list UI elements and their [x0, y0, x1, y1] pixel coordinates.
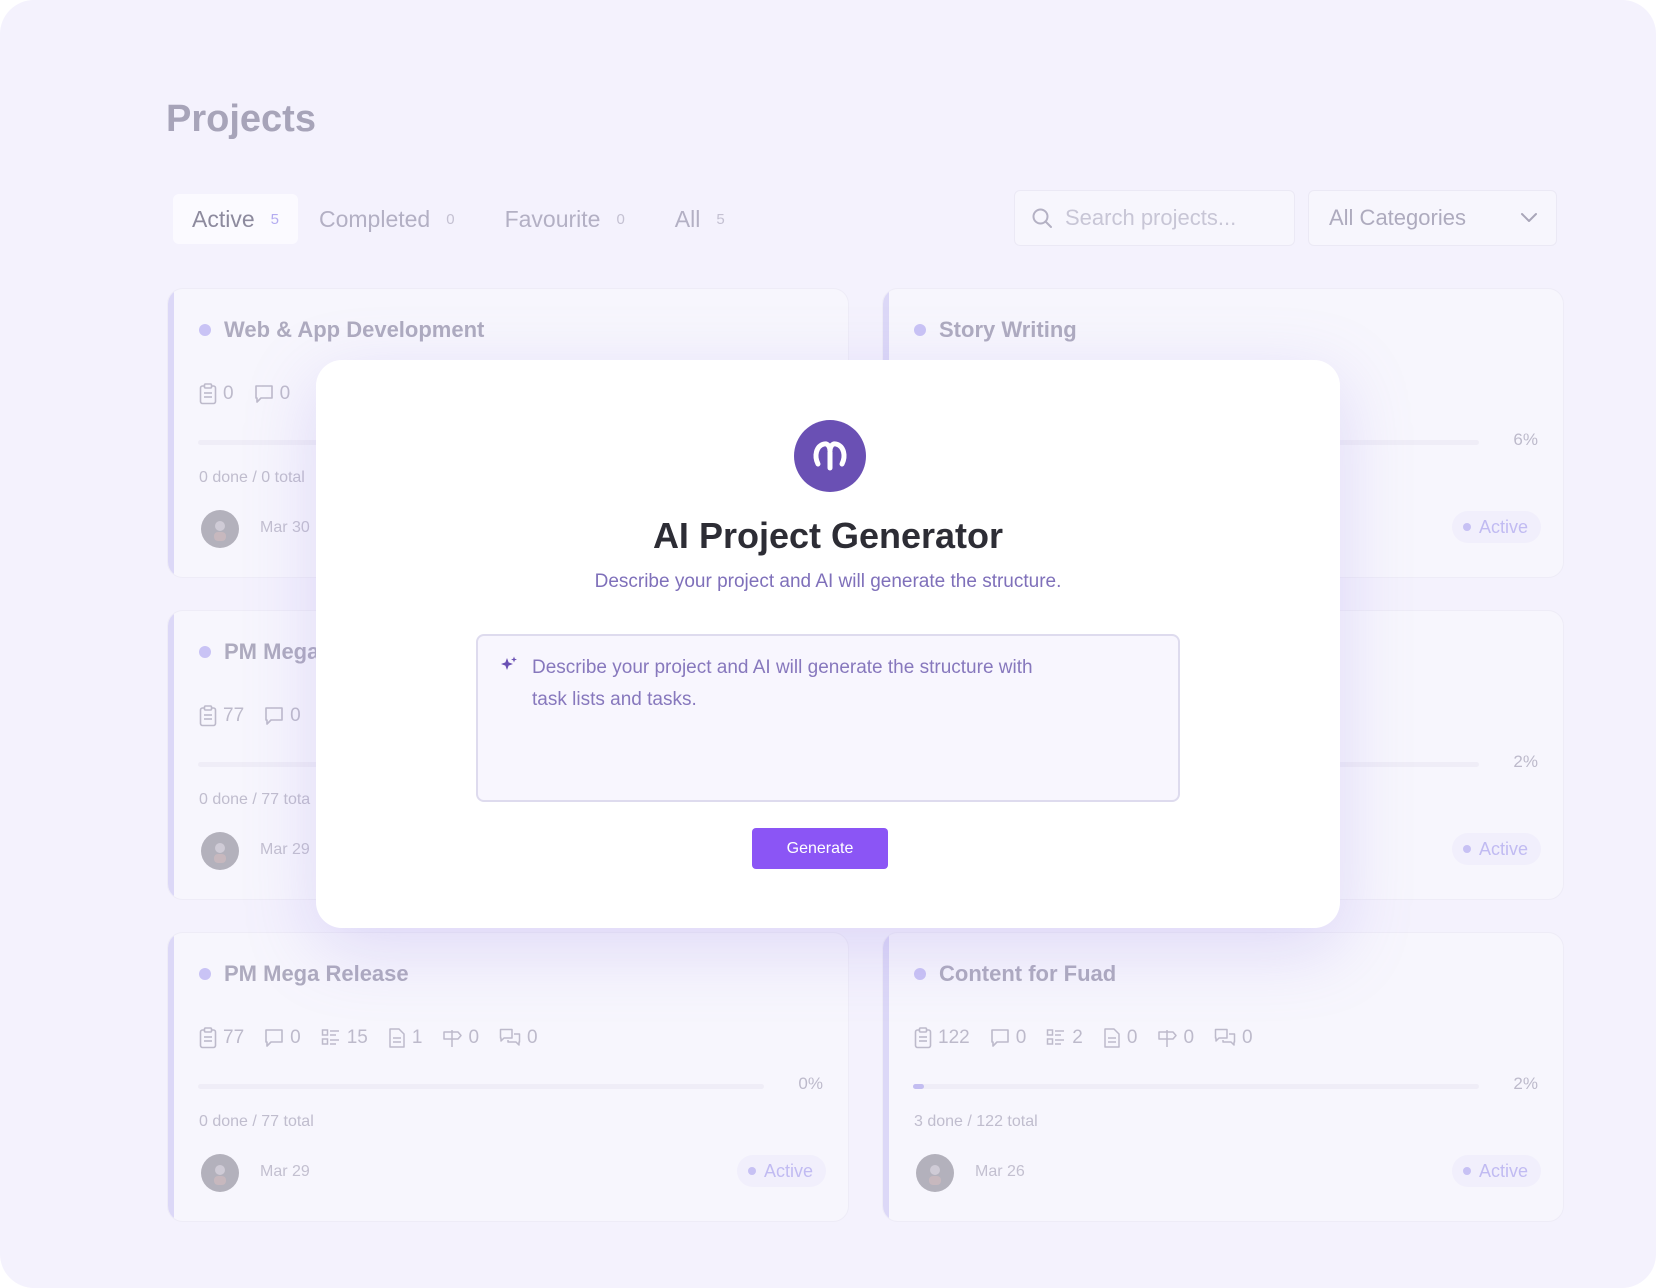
milestones-stat: 0: [442, 1027, 479, 1049]
comments-stat: 0: [264, 1027, 301, 1049]
project-title: PM Mega: [224, 639, 320, 664]
status-badge: Active: [1451, 833, 1541, 865]
project-title: PM Mega Release: [224, 961, 409, 986]
comment-icon: [265, 1029, 283, 1047]
status-badge: Active: [1451, 511, 1541, 543]
project-date: Mar 29: [260, 841, 310, 858]
modal-title: AI Project Generator: [652, 515, 1004, 556]
page-title: Projects: [166, 98, 316, 140]
tasks-stat: 122: [914, 1027, 970, 1049]
done-count: 0 done / 77 total: [199, 1113, 314, 1130]
tab-label: Favourite: [504, 205, 601, 232]
discussion-icon: [1214, 1028, 1236, 1046]
milestones-stat: 0: [1157, 1027, 1194, 1049]
tasks-stat: 77: [199, 705, 244, 727]
status-dot: [199, 324, 211, 336]
comments-stat: 0: [264, 705, 301, 727]
clipboard-icon: [199, 1027, 217, 1049]
done-count: 3 done / 122 total: [914, 1113, 1038, 1130]
tab-all[interactable]: All 5: [656, 194, 744, 244]
project-card[interactable]: Content for Fuad 122 0 2 0 0 0 2% 3 done…: [882, 932, 1564, 1222]
status-badge: Active: [736, 1155, 826, 1187]
status-dot: [199, 646, 211, 658]
app-frame: Projects Active 5 Completed 0 Favourite …: [0, 0, 1656, 1288]
progress-percent: 6%: [1513, 430, 1538, 449]
discussions-stat: 0: [499, 1027, 538, 1049]
project-title: Content for Fuad: [939, 961, 1117, 986]
tab-favourite[interactable]: Favourite 0: [486, 194, 644, 244]
tab-label: Completed: [318, 205, 431, 232]
document-icon: [389, 1028, 405, 1048]
done-count: 0 done / 77 tota: [199, 791, 311, 808]
avatar: [201, 832, 239, 870]
avatar: [916, 1154, 954, 1192]
category-select-value: All Categories: [1329, 205, 1466, 230]
project-date: Mar 26: [975, 1163, 1025, 1180]
status-dot: [914, 968, 926, 980]
comment-icon: [990, 1029, 1009, 1047]
done-count: 0 done / 0 total: [199, 469, 305, 486]
avatar: [201, 1154, 239, 1192]
project-date: Mar 29: [260, 1163, 310, 1180]
search-input[interactable]: [1065, 205, 1285, 231]
progress-percent: 0%: [798, 1074, 823, 1093]
sparkle-icon: [501, 656, 517, 670]
status-dot: [199, 968, 211, 980]
list-icon: [321, 1029, 339, 1045]
category-select[interactable]: All Categories: [1308, 190, 1557, 246]
tab-active[interactable]: Active 5: [173, 194, 298, 244]
avatar: [201, 510, 239, 548]
progress-percent: 2%: [1513, 1074, 1538, 1093]
brand-logo: [794, 420, 866, 492]
progress-percent: 2%: [1513, 752, 1538, 771]
discussion-icon: [499, 1028, 521, 1046]
tab-count: 5: [270, 210, 279, 228]
tab-completed[interactable]: Completed 0: [300, 194, 474, 244]
discussions-stat: 0: [1214, 1027, 1253, 1049]
status-badge: Active: [1451, 1155, 1541, 1187]
tab-label: Active: [192, 205, 255, 232]
clipboard-icon: [199, 383, 217, 405]
tab-count: 0: [446, 210, 455, 228]
project-card[interactable]: PM Mega Release 77 0 15 1 0 0 0% 0 done …: [167, 932, 849, 1222]
progress-bar: [913, 1084, 1479, 1089]
status-dot: [914, 324, 926, 336]
project-title: Story Writing: [939, 317, 1077, 342]
tab-count: 0: [616, 210, 625, 228]
comment-icon: [254, 385, 273, 403]
prompt-placeholder: Describe your project and AI will genera…: [532, 657, 1033, 710]
generate-button[interactable]: Generate: [752, 828, 888, 869]
search-icon: [1032, 208, 1052, 228]
signpost-icon: [1158, 1030, 1178, 1047]
project-title: Web & App Development: [224, 317, 485, 342]
search-box: [1014, 190, 1295, 246]
tasks-stat: 77: [199, 1027, 244, 1049]
tab-label: All: [674, 205, 701, 232]
list-icon: [1047, 1029, 1065, 1045]
files-stat: 0: [1103, 1027, 1137, 1049]
progress-bar: [198, 1084, 764, 1089]
clipboard-icon: [914, 1027, 932, 1049]
comments-stat: 0: [990, 1027, 1026, 1049]
task-lists-stat: 15: [321, 1027, 368, 1049]
task-lists-stat: 2: [1046, 1027, 1083, 1049]
tasks-stat: 0: [199, 383, 234, 405]
project-date: Mar 30: [260, 519, 310, 536]
comment-icon: [265, 707, 283, 725]
project-tabs: Active 5 Completed 0 Favourite 0 All 5: [173, 194, 746, 244]
files-stat: 1: [388, 1027, 422, 1049]
tab-count: 5: [716, 210, 725, 228]
signpost-icon: [443, 1030, 463, 1047]
prompt-textarea[interactable]: Describe your project and AI will genera…: [476, 634, 1180, 802]
comments-stat: 0: [254, 383, 290, 405]
chevron-down-icon: [1521, 213, 1537, 222]
modal-subtitle: Describe your project and AI will genera…: [594, 571, 1062, 592]
document-icon: [1104, 1028, 1120, 1048]
ai-generator-modal: AI Project Generator Describe your proje…: [316, 360, 1340, 928]
clipboard-icon: [199, 705, 217, 727]
